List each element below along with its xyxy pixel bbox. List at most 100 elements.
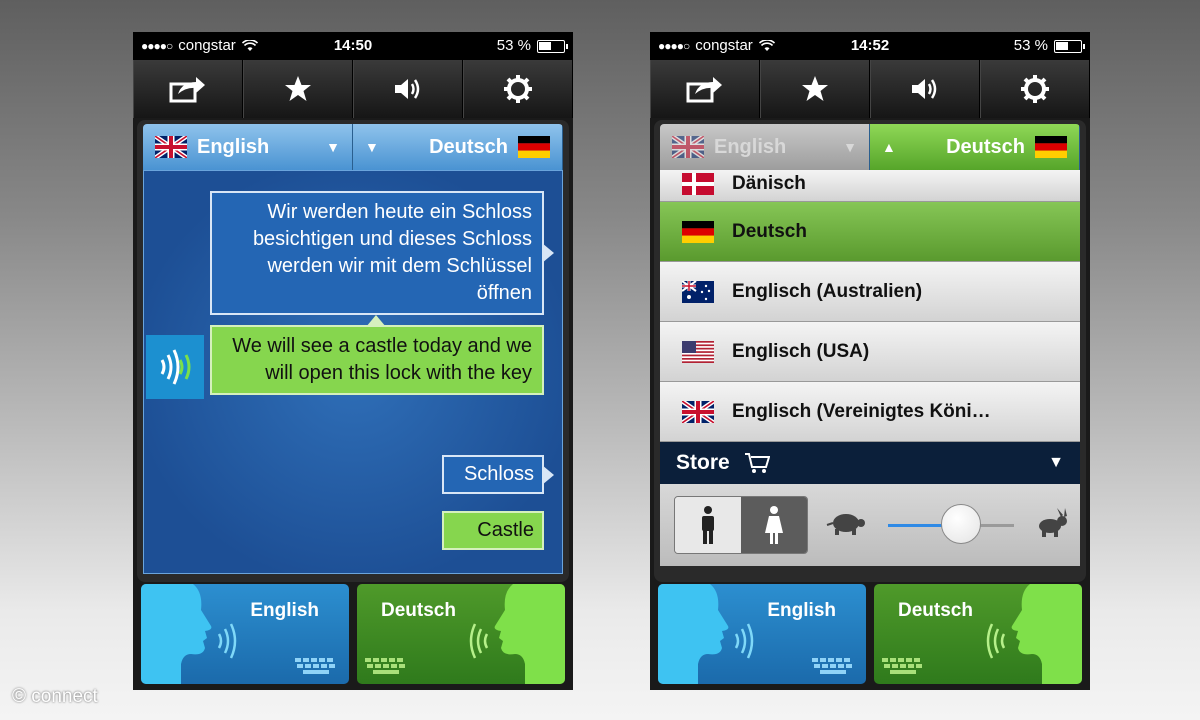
toolbar	[650, 60, 1090, 118]
language-option[interactable]: Englisch (Vereinigtes Köni…	[660, 382, 1080, 442]
battery-fill	[539, 41, 551, 50]
speak-deutsch-button[interactable]: Deutsch	[874, 584, 1082, 684]
uk-flag-icon	[672, 136, 704, 158]
speak-deutsch-label: Deutsch	[381, 600, 456, 621]
speech-bubble-translation[interactable]: We will see a castle today and we will o…	[210, 315, 544, 395]
language-option-label: Deutsch	[732, 220, 807, 242]
speak-english-button[interactable]: English	[141, 584, 349, 684]
caret-down-icon: ▼	[365, 139, 379, 155]
battery-percent: 53 %	[1013, 37, 1048, 54]
language-option-selected[interactable]: Deutsch	[660, 202, 1080, 262]
word-bubble-translation[interactable]: Castle	[442, 511, 544, 550]
listening-indicator[interactable]	[146, 335, 204, 399]
germany-flag-icon	[1035, 136, 1067, 158]
speak-english-label: English	[250, 600, 319, 621]
caret-down-icon: ▼	[843, 139, 857, 155]
caret-down-icon: ▼	[1048, 454, 1064, 471]
store-bar[interactable]: Store ▼	[660, 442, 1080, 484]
speech-bubble-source[interactable]: Wir werden heute ein Schloss besichtigen…	[210, 191, 554, 315]
usa-flag-icon	[682, 340, 714, 363]
target-language-dropdown[interactable]: ▼ Deutsch	[353, 124, 563, 170]
settings-button[interactable]	[980, 60, 1090, 118]
source-sentence: Wir werden heute ein Schloss besichtigen…	[252, 201, 532, 304]
favorites-button[interactable]	[243, 60, 353, 118]
male-voice-button[interactable]	[675, 497, 741, 553]
toolbar	[133, 60, 573, 118]
uk-flag-icon	[155, 136, 187, 158]
speaking-head-icon	[986, 584, 1082, 684]
gear-icon	[1021, 75, 1049, 103]
keyboard-icon	[365, 658, 405, 674]
male-icon	[702, 506, 714, 544]
speaking-head-icon	[658, 584, 754, 684]
target-language-dropdown-open[interactable]: ▲ Deutsch	[870, 124, 1080, 170]
speak-buttons: English Deutsch	[141, 584, 565, 684]
battery-percent: 53 %	[496, 37, 531, 54]
battery-icon	[537, 39, 568, 53]
translation-panel: English ▼ ▼ Deutsch Wir werden heute ein…	[137, 120, 569, 582]
source-language-label: English	[197, 135, 270, 158]
battery-icon	[1054, 39, 1085, 53]
denmark-flag-icon	[682, 173, 714, 195]
caret-down-icon: ▼	[326, 139, 340, 155]
language-option[interactable]: Englisch (Australien)	[660, 262, 1080, 322]
speak-english-label: English	[767, 600, 836, 621]
female-voice-button[interactable]	[741, 497, 807, 553]
volume-button[interactable]	[870, 60, 980, 118]
battery-fill	[1056, 41, 1068, 50]
language-option[interactable]: Dänisch	[660, 170, 1080, 202]
watermark: © connect	[12, 686, 98, 707]
bubble-tail	[542, 464, 554, 485]
source-language-dropdown[interactable]: English ▼	[143, 124, 353, 170]
speak-buttons: English Deutsch	[658, 584, 1082, 684]
translated-sentence: We will see a castle today and we will o…	[232, 335, 532, 384]
share-icon	[169, 77, 205, 103]
speaker-icon	[395, 79, 420, 99]
speech-speed-thumb[interactable]	[941, 504, 982, 544]
speak-deutsch-button[interactable]: Deutsch	[357, 584, 565, 684]
share-button[interactable]	[133, 60, 243, 118]
speaking-head-icon	[469, 584, 565, 684]
language-selector: English ▼ ▲ Deutsch	[660, 124, 1080, 170]
germany-flag-icon	[518, 136, 550, 158]
phone-screen-language-picker: ●●●●○ congstar 14:52 53 % English ▼ ▲ De…	[650, 32, 1090, 690]
language-option-label: Englisch (Vereinigtes Köni…	[732, 400, 991, 422]
star-icon	[802, 76, 828, 101]
conversation-area: Wir werden heute ein Schloss besichtigen…	[143, 170, 563, 574]
settings-button[interactable]	[463, 60, 573, 118]
status-bar: ●●●●○ congstar 14:52 53 %	[650, 32, 1090, 60]
language-option-label: Englisch (USA)	[732, 340, 870, 362]
language-option-label: Dänisch	[732, 173, 806, 194]
speak-deutsch-label: Deutsch	[898, 600, 973, 621]
word-bubble-source[interactable]: Schloss	[442, 455, 554, 494]
bubble-tail	[366, 315, 386, 327]
star-icon	[285, 76, 311, 101]
translated-word: Castle	[477, 519, 534, 541]
language-option[interactable]: Englisch (USA)	[660, 322, 1080, 382]
source-word: Schloss	[463, 463, 534, 485]
cart-icon	[744, 453, 770, 473]
turtle-icon	[826, 514, 865, 535]
phone-screen-translation: ●●●●○ congstar 14:50 53 % English ▼ ▼ De…	[133, 32, 573, 690]
store-label: Store	[676, 451, 730, 474]
rabbit-icon	[1039, 508, 1067, 537]
voice-gender-toggle	[674, 496, 808, 554]
favorites-button[interactable]	[760, 60, 870, 118]
germany-flag-icon	[682, 220, 714, 243]
target-language-label: Deutsch	[429, 135, 508, 158]
target-language-label: Deutsch	[946, 135, 1025, 158]
uk-flag-icon	[682, 400, 714, 423]
gear-icon	[504, 75, 532, 103]
keyboard-icon	[295, 658, 335, 674]
language-selector: English ▼ ▼ Deutsch	[143, 124, 563, 170]
language-picker-panel: English ▼ ▲ Deutsch Dänisch Deutsch Engl…	[654, 120, 1086, 582]
status-bar: ●●●●○ congstar 14:50 53 %	[133, 32, 573, 60]
share-button[interactable]	[650, 60, 760, 118]
source-language-label: English	[714, 135, 787, 158]
source-language-dropdown[interactable]: English ▼	[660, 124, 870, 170]
speak-english-button[interactable]: English	[658, 584, 866, 684]
speaker-icon	[912, 79, 937, 99]
language-option-label: Englisch (Australien)	[732, 280, 923, 302]
sound-waves-icon	[160, 349, 191, 385]
volume-button[interactable]	[353, 60, 463, 118]
